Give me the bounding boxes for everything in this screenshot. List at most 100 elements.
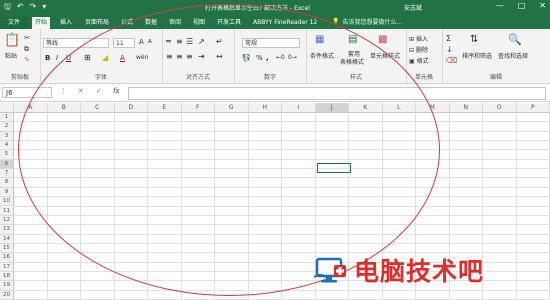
format-as-table-button-line2[interactable]: 表格格式 (340, 57, 364, 66)
align-bottom-icon[interactable]: ☰ (186, 37, 193, 46)
row-header-12[interactable]: 12 (0, 215, 14, 226)
autosum-icon[interactable]: Σ (446, 34, 451, 43)
merge-center-icon[interactable]: ↔ (216, 52, 223, 61)
column-header-e[interactable]: E (148, 103, 182, 113)
column-header-n[interactable]: N (449, 103, 483, 113)
column-header-a[interactable]: A (14, 103, 48, 113)
tab-insert[interactable]: 插入 (57, 17, 75, 29)
column-header-k[interactable]: K (349, 103, 383, 113)
formula-input[interactable] (128, 87, 546, 100)
tab-file[interactable]: 文件 (0, 17, 28, 29)
conditional-format-button[interactable]: 条件格式 (310, 51, 334, 60)
name-box[interactable]: J6 (2, 87, 52, 98)
indent-icon[interactable]: ⇥ (198, 52, 205, 61)
restore-icon[interactable]: □ (518, 1, 526, 10)
italic-button[interactable]: I (56, 54, 58, 62)
customize-icon[interactable]: ▾ (42, 2, 46, 12)
format-cells-button[interactable]: ▣ 格式 (409, 56, 429, 65)
row-header-3[interactable]: 3 (0, 131, 14, 142)
copy-icon[interactable]: ⧉ (24, 45, 29, 54)
column-header-c[interactable]: C (81, 103, 115, 113)
redo-icon[interactable]: ↷ (30, 2, 37, 12)
clear-icon[interactable]: ⌫ (446, 56, 457, 65)
bold-button[interactable]: B (45, 54, 50, 62)
shrink-font-button[interactable]: A (148, 39, 152, 45)
align-right-icon[interactable]: ≡ (186, 52, 193, 61)
row-header-20[interactable]: 20 (0, 290, 14, 300)
percent-button[interactable]: % (256, 54, 263, 62)
align-top-icon[interactable]: ═ (166, 37, 171, 46)
column-header-h[interactable]: H (248, 103, 282, 113)
tab-data[interactable]: 数据 (142, 17, 160, 29)
tab-review[interactable]: 审阅 (166, 17, 184, 29)
row-header-6[interactable]: 6 (0, 159, 14, 170)
orientation-icon[interactable]: ↗ (198, 37, 205, 46)
row-header-8[interactable]: 8 (0, 178, 14, 188)
tell-me-box[interactable]: 💡 告诉我您想要做什么... (332, 17, 402, 26)
tab-formulas[interactable]: 公式 (118, 17, 136, 29)
insert-function-button[interactable]: fx (113, 87, 120, 95)
insert-cells-button[interactable]: ⊞ 插入 (409, 34, 428, 43)
column-header-g[interactable]: G (215, 103, 249, 113)
row-header-15[interactable]: 15 (0, 243, 14, 254)
column-header-m[interactable]: M (416, 103, 450, 113)
currency-icon[interactable]: 💱 (242, 54, 251, 62)
close-icon[interactable]: ✕ (539, 1, 546, 10)
tab-page-layout[interactable]: 页面布局 (82, 17, 112, 29)
row-header-10[interactable]: 10 (0, 197, 14, 207)
column-header-p[interactable]: P (516, 103, 550, 113)
increase-decimal-icon[interactable]: ←0 (276, 54, 285, 61)
row-header-1[interactable]: 1 (0, 113, 14, 123)
grow-font-button[interactable]: A (139, 38, 144, 46)
row-header-13[interactable]: 13 (0, 225, 14, 235)
row-header-4[interactable]: 4 (0, 141, 14, 151)
format-as-table-icon[interactable]: ▤ (348, 34, 357, 45)
row-header-11[interactable]: 11 (0, 206, 14, 216)
row-header-18[interactable]: 18 (0, 271, 14, 282)
column-header-b[interactable]: B (47, 103, 81, 113)
font-color-button[interactable]: A (120, 54, 125, 62)
cancel-icon[interactable]: ✕ (78, 87, 84, 95)
active-cell[interactable] (317, 163, 351, 173)
undo-icon[interactable]: ↶ (17, 2, 24, 12)
row-header-5[interactable]: 5 (0, 150, 14, 160)
underline-button[interactable]: U (66, 54, 71, 62)
column-header-d[interactable]: D (114, 103, 148, 113)
column-header-i[interactable]: I (282, 103, 316, 113)
cell-styles-button[interactable]: 单元格样式 (370, 51, 400, 60)
sort-filter-icon[interactable]: ⇅ (470, 34, 478, 45)
find-select-icon[interactable]: 🔍 (508, 33, 522, 46)
row-header-19[interactable]: 19 (0, 281, 14, 291)
row-header-16[interactable]: 16 (0, 253, 14, 263)
align-center-icon[interactable]: ≡ (176, 52, 183, 61)
save-icon[interactable]: 🖫 (4, 2, 11, 12)
font-size-box[interactable]: 11 (113, 38, 135, 48)
cut-icon[interactable]: ✂ (24, 34, 30, 42)
user-name[interactable]: 安志斌 (404, 3, 422, 12)
row-header-17[interactable]: 17 (0, 262, 14, 272)
comma-button[interactable]: , (266, 54, 269, 62)
cell-styles-icon[interactable]: ▩ (378, 34, 387, 45)
minimize-icon[interactable]: — (496, 1, 504, 10)
row-header-9[interactable]: 9 (0, 187, 14, 198)
sort-filter-button[interactable]: 排序和筛选 (462, 51, 492, 60)
tab-developer[interactable]: 开发工具 (214, 17, 244, 29)
format-painter-icon[interactable]: ✎ (24, 56, 30, 64)
align-middle-icon[interactable]: ≡ (176, 37, 183, 46)
row-header-14[interactable]: 14 (0, 234, 14, 244)
number-format-box[interactable]: 常规 (242, 38, 300, 48)
paste-icon[interactable]: 📋 (4, 33, 20, 48)
column-header-l[interactable]: L (382, 103, 416, 113)
decrease-decimal-icon[interactable]: 0→ (288, 54, 297, 61)
row-header-2[interactable]: 2 (0, 122, 14, 132)
paste-button[interactable]: 粘贴 (5, 51, 17, 60)
row-header-7[interactable]: 7 (0, 169, 14, 179)
column-header-f[interactable]: F (181, 103, 215, 113)
font-name-box[interactable]: 等线 (43, 38, 109, 48)
wrap-text-icon[interactable]: ↵ (216, 37, 223, 46)
phonetic-button[interactable]: wén (136, 54, 148, 61)
column-header-j[interactable]: J (315, 103, 349, 113)
column-header-o[interactable]: O (483, 103, 517, 113)
tab-view[interactable]: 视图 (190, 17, 208, 29)
align-left-icon[interactable]: ≡ (166, 52, 173, 61)
